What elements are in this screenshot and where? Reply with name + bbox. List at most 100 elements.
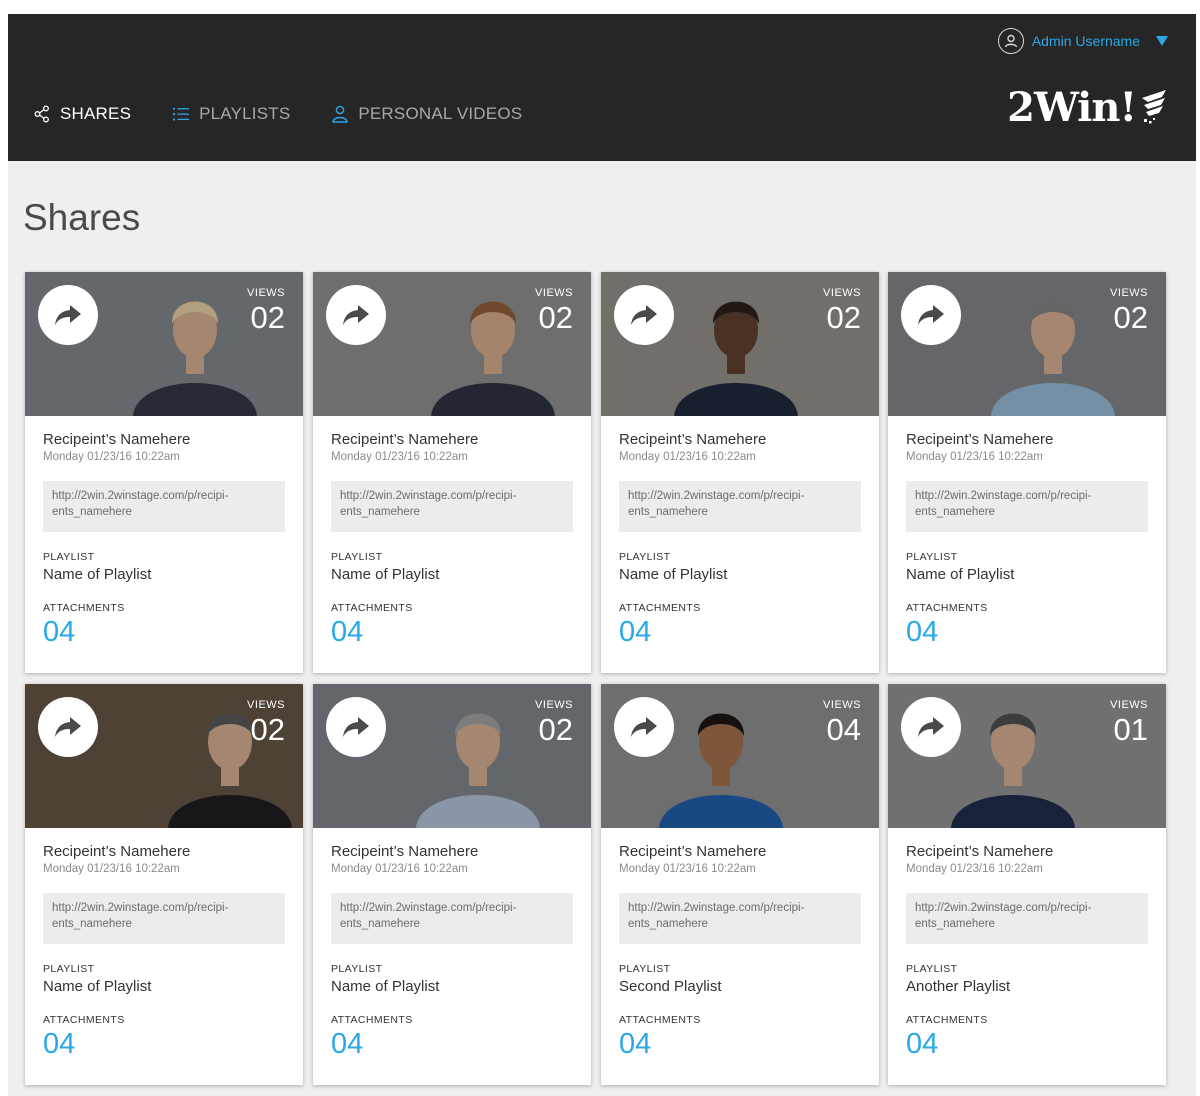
share-thumbnail[interactable]: VIEWS 02 [25,684,303,828]
card-body: Recipeint’s Namehere Monday 01/23/16 10:… [601,828,879,1061]
share-button[interactable] [38,285,98,345]
share-url-line-1: http://2win.2winstage.com/p/recipi- [52,490,229,502]
share-thumbnail[interactable]: VIEWS 04 [601,684,879,828]
recipient-name[interactable]: Recipeint’s Namehere [43,843,285,860]
card-body: Recipeint’s Namehere Monday 01/23/16 10:… [313,828,591,1061]
share-card[interactable]: VIEWS 02 Recipeint’s Namehere Monday 01/… [25,684,303,1085]
share-button[interactable] [326,697,386,757]
share-arrow-icon [631,717,657,737]
playlist-label: PLAYLIST [906,551,958,563]
views-count: 02 [826,300,861,335]
user-icon [997,28,1024,54]
recipient-name[interactable]: Recipeint’s Namehere [906,843,1148,860]
recipient-name[interactable]: Recipeint’s Namehere [43,431,285,448]
playlist-name[interactable]: Name of Playlist [331,978,573,995]
recipient-name[interactable]: Recipeint’s Namehere [906,431,1148,448]
main-nav: SHARES PLAYLISTS PERSONAL VIDEOS [34,102,564,126]
share-thumbnail[interactable]: VIEWS 02 [313,272,591,416]
views-count: 01 [1113,712,1148,747]
nav-shares[interactable]: SHARES [34,102,131,126]
share-url-line-1: http://2win.2winstage.com/p/recipi- [915,490,1092,502]
playlist-label: PLAYLIST [619,551,671,563]
views-label: VIEWS [535,287,573,299]
dropdown-caret-icon [1156,36,1168,46]
share-icon [34,105,50,123]
views-count: 02 [1113,300,1148,335]
share-card[interactable]: VIEWS 02 Recipeint’s Namehere Monday 01/… [25,272,303,673]
attachments-count[interactable]: 04 [331,616,573,649]
share-thumbnail[interactable]: VIEWS 02 [25,272,303,416]
views-label: VIEWS [247,287,285,299]
user-menu[interactable]: Admin Username [997,28,1168,54]
share-card[interactable]: VIEWS 02 Recipeint’s Namehere Monday 01/… [313,684,591,1085]
share-date: Monday 01/23/16 10:22am [619,451,756,463]
share-button[interactable] [901,697,961,757]
attachments-label: ATTACHMENTS [619,1014,701,1026]
playlist-name[interactable]: Name of Playlist [43,978,285,995]
share-url-field[interactable]: http://2win.2winstage.com/p/recipi- ents… [906,893,1148,944]
share-url-field[interactable]: http://2win.2winstage.com/p/recipi- ents… [619,481,861,532]
recipient-name[interactable]: Recipeint’s Namehere [619,843,861,860]
share-url-line-1: http://2win.2winstage.com/p/recipi- [915,902,1092,914]
share-thumbnail[interactable]: VIEWS 02 [888,272,1166,416]
share-button[interactable] [326,285,386,345]
nav-personal-videos-label: PERSONAL VIDEOS [358,104,523,123]
attachments-count[interactable]: 04 [331,1028,573,1061]
recipient-name[interactable]: Recipeint’s Namehere [331,431,573,448]
share-button[interactable] [901,285,961,345]
share-card[interactable]: VIEWS 04 Recipeint’s Namehere Monday 01/… [601,684,879,1085]
share-button[interactable] [614,697,674,757]
share-button[interactable] [38,697,98,757]
share-thumbnail[interactable]: VIEWS 02 [313,684,591,828]
nav-personal-videos[interactable]: PERSONAL VIDEOS [332,102,522,126]
attachments-count[interactable]: 04 [619,616,861,649]
share-url-field[interactable]: http://2win.2winstage.com/p/recipi- ents… [331,481,573,532]
share-url-line-1: http://2win.2winstage.com/p/recipi- [628,902,805,914]
attachments-label: ATTACHMENTS [331,602,413,614]
recipient-name[interactable]: Recipeint’s Namehere [619,431,861,448]
share-arrow-icon [918,717,944,737]
share-url-field[interactable]: http://2win.2winstage.com/p/recipi- ents… [331,893,573,944]
views-label: VIEWS [247,699,285,711]
nav-shares-label: SHARES [60,104,132,123]
playlist-name[interactable]: Second Playlist [619,978,861,995]
attachments-count[interactable]: 04 [619,1028,861,1061]
share-thumbnail[interactable]: VIEWS 02 [601,272,879,416]
attachments-label: ATTACHMENTS [43,602,125,614]
views-counter: VIEWS 02 [247,699,285,747]
share-card[interactable]: VIEWS 02 Recipeint’s Namehere Monday 01/… [888,272,1166,673]
playlist-name[interactable]: Name of Playlist [331,566,573,583]
app-frame: Admin Username SHARES PLAYLISTS PERSONAL… [8,14,1196,1096]
share-url-line-1: http://2win.2winstage.com/p/recipi- [628,490,805,502]
playlist-name[interactable]: Another Playlist [906,978,1148,995]
share-date: Monday 01/23/16 10:22am [331,451,468,463]
share-card[interactable]: VIEWS 02 Recipeint’s Namehere Monday 01/… [601,272,879,673]
playlist-name[interactable]: Name of Playlist [906,566,1148,583]
attachments-count[interactable]: 04 [43,1028,285,1061]
playlist-name[interactable]: Name of Playlist [619,566,861,583]
share-arrow-icon [55,717,81,737]
share-url-field[interactable]: http://2win.2winstage.com/p/recipi- ents… [906,481,1148,532]
share-card[interactable]: VIEWS 02 Recipeint’s Namehere Monday 01/… [313,272,591,673]
share-url-field[interactable]: http://2win.2winstage.com/p/recipi- ents… [43,893,285,944]
nav-playlists[interactable]: PLAYLISTS [173,102,290,126]
attachments-count[interactable]: 04 [906,616,1148,649]
views-counter: VIEWS 02 [247,287,285,335]
views-label: VIEWS [823,287,861,299]
share-url-field[interactable]: http://2win.2winstage.com/p/recipi- ents… [619,893,861,944]
share-url-field[interactable]: http://2win.2winstage.com/p/recipi- ents… [43,481,285,532]
top-header: Admin Username SHARES PLAYLISTS PERSONAL… [8,14,1196,161]
attachments-label: ATTACHMENTS [331,1014,413,1026]
brand-logo[interactable]: 2Win! [1007,84,1168,131]
share-card[interactable]: VIEWS 01 Recipeint’s Namehere Monday 01/… [888,684,1166,1085]
recipient-name[interactable]: Recipeint’s Namehere [331,843,573,860]
share-url-line-1: http://2win.2winstage.com/p/recipi- [52,902,229,914]
playlist-label: PLAYLIST [619,963,671,975]
share-button[interactable] [614,285,674,345]
attachments-count[interactable]: 04 [906,1028,1148,1061]
views-counter: VIEWS 02 [1110,287,1148,335]
attachments-count[interactable]: 04 [43,616,285,649]
playlist-name[interactable]: Name of Playlist [43,566,285,583]
share-thumbnail[interactable]: VIEWS 01 [888,684,1166,828]
logo-wing-icon [1142,89,1166,123]
